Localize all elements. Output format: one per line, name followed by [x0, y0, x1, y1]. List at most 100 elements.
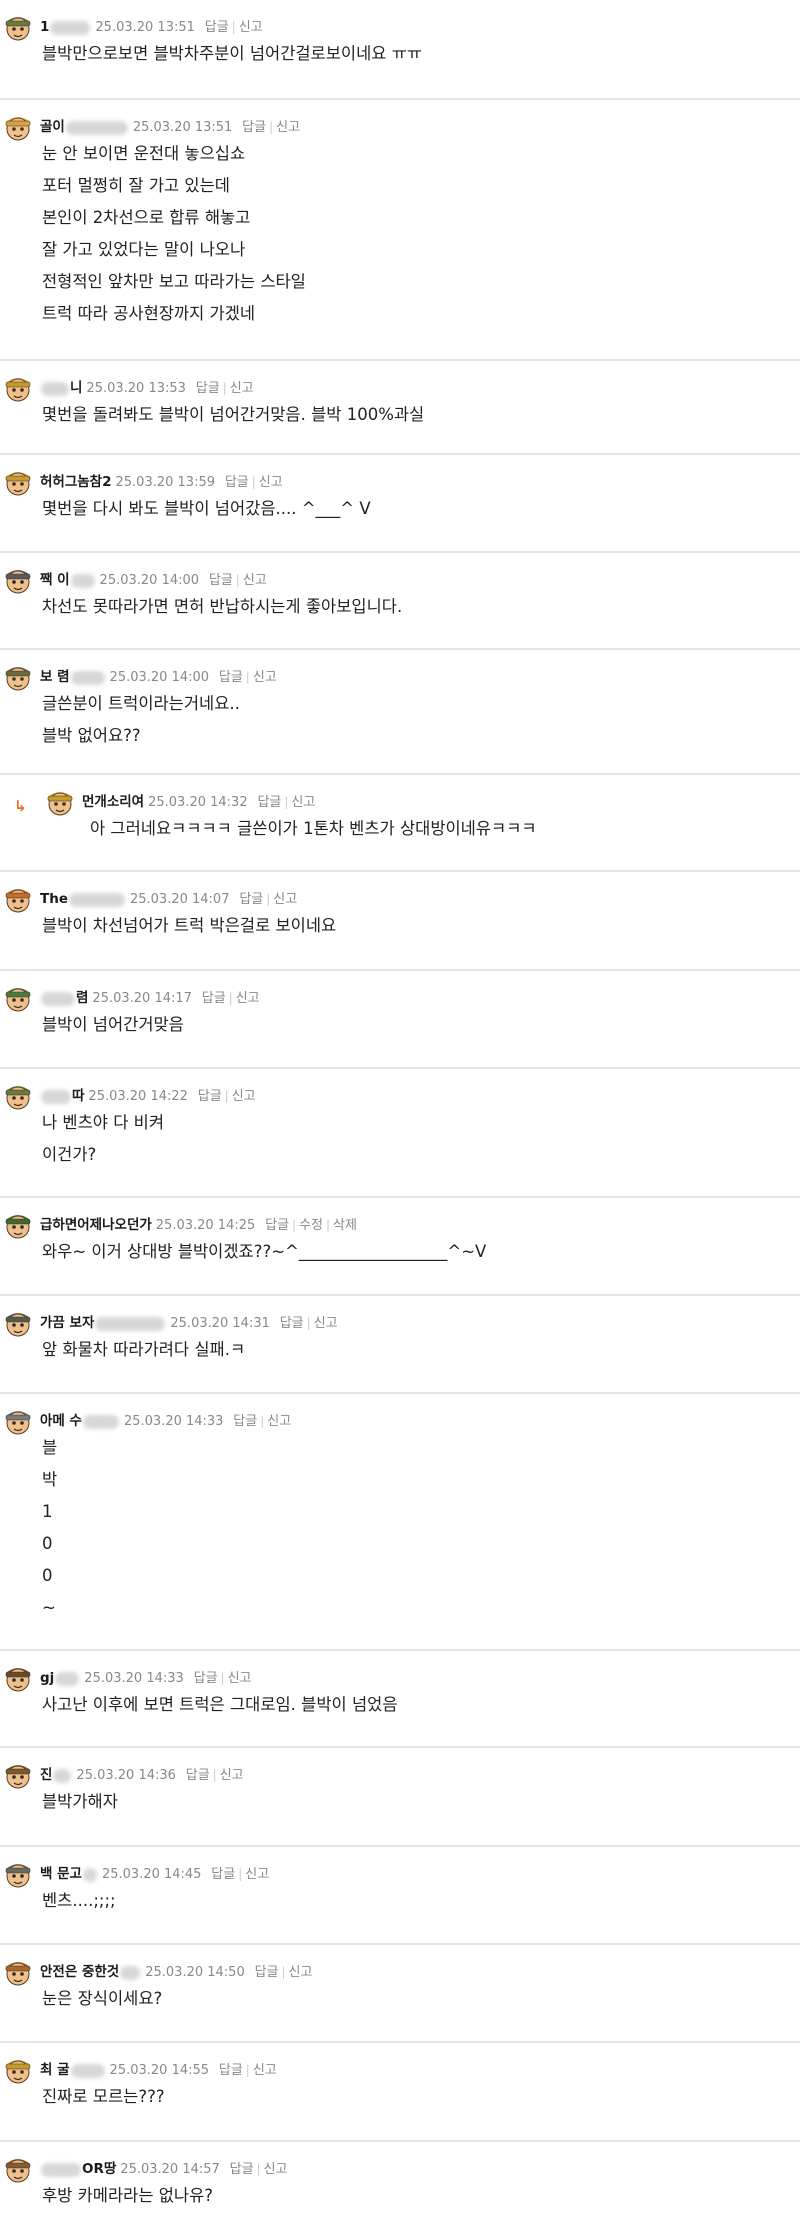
reply-button[interactable]: 답글: [233, 1414, 257, 1429]
avatar[interactable]: [4, 467, 32, 497]
nickname[interactable]: 급하면어제나오던가: [40, 1217, 152, 1233]
report-button[interactable]: 신고: [291, 795, 315, 810]
nickname[interactable]: 안전은 중한것: [40, 1964, 119, 1980]
divider: [189, 381, 193, 395]
nickname[interactable]: OR땅: [82, 2161, 116, 2177]
reply-button[interactable]: 답글: [239, 892, 263, 907]
reply-button[interactable]: 답글: [211, 1867, 235, 1882]
avatar[interactable]: [4, 1308, 32, 1338]
delete-button[interactable]: 삭제: [333, 1218, 357, 1233]
reply-button[interactable]: 답글: [280, 1316, 304, 1331]
nickname[interactable]: 따: [72, 1088, 84, 1104]
reply-button[interactable]: 답글: [219, 2063, 243, 2078]
report-button[interactable]: 신고: [232, 1089, 256, 1104]
reply-button[interactable]: 답글: [205, 20, 229, 35]
nickname[interactable]: 최 굴: [40, 2062, 70, 2078]
reply-button[interactable]: 답글: [202, 991, 226, 1006]
avatar[interactable]: [4, 1859, 32, 1889]
report-button[interactable]: 신고: [228, 1671, 252, 1686]
report-button[interactable]: 신고: [243, 573, 267, 588]
comment-text-line: 몇번을 다시 봐도 블박이 넘어갔음.... ^___^ V: [42, 499, 371, 518]
avatar[interactable]: [4, 373, 32, 403]
report-button[interactable]: 신고: [289, 1965, 313, 1980]
avatar[interactable]: [4, 112, 32, 142]
comment-date: 25.03.20 14:32: [148, 795, 248, 810]
avatar[interactable]: [4, 1663, 32, 1693]
comment-text-line: 이건가?: [42, 1145, 97, 1164]
avatar[interactable]: [4, 662, 32, 692]
avatar[interactable]: [4, 983, 32, 1013]
nickname[interactable]: 렴: [76, 990, 88, 1006]
divider: |: [245, 2063, 250, 2077]
report-button[interactable]: 신고: [230, 381, 254, 396]
reply-button[interactable]: 답글: [198, 1089, 222, 1104]
report-button[interactable]: 신고: [314, 1316, 338, 1331]
nickname[interactable]: 골이: [40, 119, 65, 135]
comment-meta: 1 25.03.20 13:51 답글 | 신고: [40, 16, 263, 38]
redacted-name-segment: [70, 670, 105, 685]
avatar[interactable]: [4, 2154, 32, 2184]
nickname[interactable]: 니: [70, 380, 82, 396]
avatar[interactable]: [46, 787, 74, 817]
report-button[interactable]: 신고: [236, 991, 260, 1006]
avatar[interactable]: [4, 1210, 32, 1240]
report-button[interactable]: 신고: [253, 2063, 277, 2078]
edit-button[interactable]: 수정: [299, 1218, 323, 1233]
avatar[interactable]: [4, 884, 32, 914]
divider: |: [284, 795, 289, 809]
reply-button[interactable]: 답글: [186, 1768, 210, 1783]
avatar[interactable]: [4, 1081, 32, 1111]
nickname[interactable]: The: [40, 891, 68, 907]
nickname[interactable]: 가끔 보자: [40, 1315, 94, 1331]
reply-button[interactable]: 답글: [257, 795, 281, 810]
reply-button[interactable]: 답글: [230, 2162, 254, 2177]
nickname[interactable]: 백 문고: [40, 1866, 82, 1882]
nickname[interactable]: 허허그놈참2: [40, 474, 112, 490]
reply-button[interactable]: 답글: [194, 1671, 218, 1686]
comment-text-line: 블박 없어요??: [42, 726, 141, 745]
avatar[interactable]: [4, 1406, 32, 1436]
comment-date: 25.03.20 14:00: [99, 573, 200, 588]
report-button[interactable]: 신고: [239, 20, 263, 35]
report-button[interactable]: 신고: [245, 1867, 269, 1882]
nickname[interactable]: 1: [40, 19, 49, 35]
avatar[interactable]: [4, 2055, 32, 2085]
nickname[interactable]: 진: [40, 1767, 52, 1783]
report-button[interactable]: 신고: [253, 670, 277, 685]
reply-button[interactable]: 답글: [196, 381, 220, 396]
comment-meta: 따 25.03.20 14:22 답글 | 신고: [40, 1085, 256, 1107]
comment-body: 눈은 장식이세요?: [42, 1983, 162, 2015]
comment-text-line: 블박만으로보면 블박차주분이 넘어간걸로보이네요 ㅠㅠ: [42, 44, 423, 63]
reply-button[interactable]: 답글: [209, 573, 233, 588]
nickname[interactable]: 보 렴: [40, 669, 70, 685]
avatar[interactable]: [4, 1957, 32, 1987]
reply-button[interactable]: 답글: [225, 475, 249, 490]
redacted-name-segment: [55, 1671, 80, 1686]
report-button[interactable]: 신고: [259, 475, 283, 490]
reply-button[interactable]: 답글: [219, 670, 243, 685]
nickname[interactable]: gj: [40, 1670, 54, 1686]
comment-date: 25.03.20 14:33: [123, 1414, 224, 1429]
report-button[interactable]: 신고: [273, 892, 297, 907]
comment-text-line: 와우~ 이거 상대방 블박이겠죠??~^__________________^~…: [42, 1242, 487, 1261]
report-button[interactable]: 신고: [267, 1414, 291, 1429]
avatar[interactable]: [4, 565, 32, 595]
nickname[interactable]: 짹 이: [40, 572, 70, 588]
report-button[interactable]: 신고: [220, 1768, 244, 1783]
comment-date: 25.03.20 14:36: [76, 1768, 176, 1783]
reply-button[interactable]: 답글: [255, 1965, 279, 1980]
nickname[interactable]: 아메 수: [40, 1413, 82, 1429]
reply-button[interactable]: 답글: [265, 1218, 289, 1233]
divider: [179, 1768, 183, 1782]
avatar[interactable]: [4, 12, 32, 42]
nickname[interactable]: 먼개소리여: [82, 794, 144, 810]
comment-date: 25.03.20 14:33: [84, 1671, 184, 1686]
comment-text-line: 앞 화물차 따라가려다 실패.ㅋ: [42, 1340, 246, 1359]
avatar[interactable]: [4, 1760, 32, 1790]
redacted-name-segment: [41, 381, 69, 396]
comment-text-line: 포터 멀쩡히 잘 가고 있는데: [42, 176, 230, 195]
report-button[interactable]: 신고: [264, 2162, 288, 2177]
reply-button[interactable]: 답글: [242, 120, 266, 135]
comment-text-line: 나 벤츠야 다 비켜: [42, 1113, 164, 1132]
report-button[interactable]: 신고: [276, 120, 300, 135]
